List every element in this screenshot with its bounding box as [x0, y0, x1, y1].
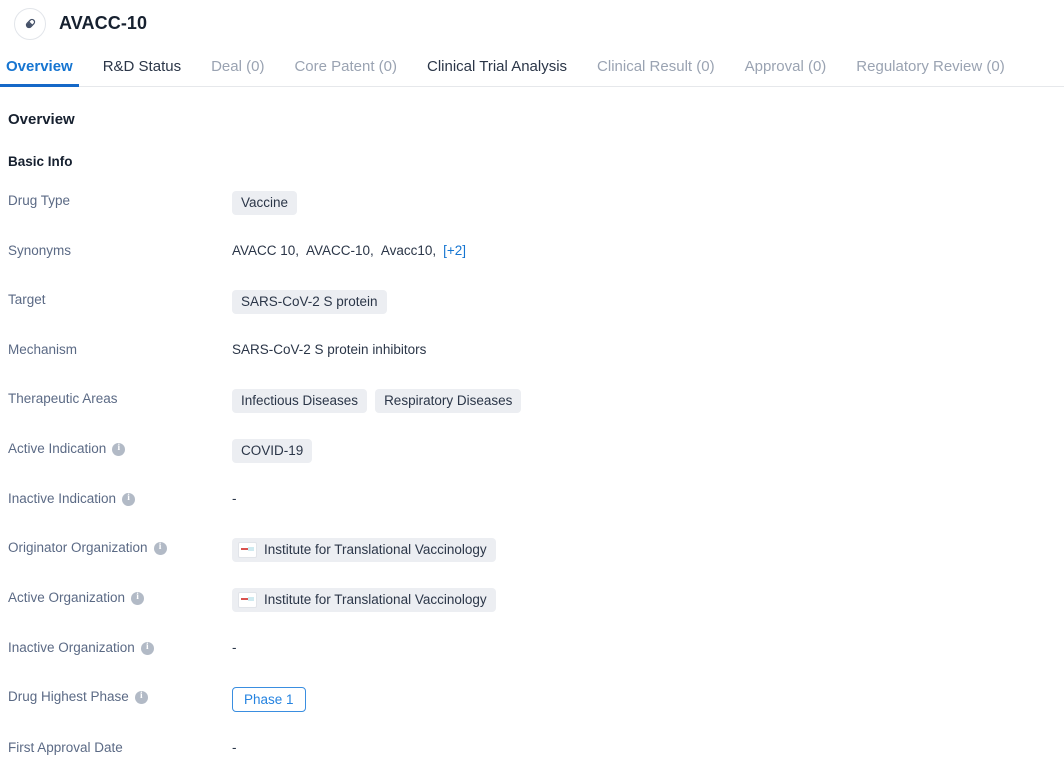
- tab-approval[interactable]: Approval (0): [745, 58, 827, 87]
- field-row-active-organization: Active Organization i Institute for Tran…: [8, 587, 1064, 612]
- tab-deal[interactable]: Deal (0): [211, 58, 264, 87]
- field-label-originator-organization: Originator Organization i: [8, 537, 232, 557]
- tag-target[interactable]: SARS-CoV-2 S protein: [232, 290, 387, 314]
- field-label-active-organization: Active Organization i: [8, 587, 232, 607]
- field-label-mechanism: Mechanism: [8, 339, 232, 359]
- synonym-item: AVACC 10,: [232, 243, 300, 258]
- field-value-inactive-organization: -: [232, 637, 1064, 658]
- info-icon[interactable]: i: [131, 591, 145, 605]
- tab-overview[interactable]: Overview: [0, 58, 79, 87]
- field-value-active-indication: COVID-19: [232, 438, 1064, 463]
- field-value-drug-type: Vaccine: [232, 190, 1064, 215]
- field-label-text: Target: [8, 292, 46, 307]
- tab-clinical-result[interactable]: Clinical Result (0): [597, 58, 715, 87]
- field-label-text: Active Indication: [8, 441, 107, 456]
- empty-value: -: [232, 740, 237, 755]
- tag-active-organization[interactable]: Institute for Translational Vaccinology: [232, 588, 496, 612]
- overview-panel: Overview Basic Info Drug Type Vaccine Sy…: [0, 87, 1064, 761]
- field-label-target: Target: [8, 289, 232, 309]
- field-label-text: Inactive Indication: [8, 491, 117, 506]
- field-label-text: Active Organization: [8, 590, 126, 605]
- tab-rd-status[interactable]: R&D Status: [103, 58, 181, 87]
- capsule-pill-icon: [14, 7, 46, 40]
- page-header: AVACC-10: [0, 0, 1064, 40]
- organization-name: Institute for Translational Vaccinology: [264, 542, 487, 557]
- field-value-first-approval-date: -: [232, 737, 1064, 758]
- empty-value: -: [232, 491, 237, 506]
- tag-therapeutic-area[interactable]: Respiratory Diseases: [375, 389, 522, 413]
- organization-name: Institute for Translational Vaccinology: [264, 592, 487, 607]
- field-label-active-indication: Active Indication i: [8, 438, 232, 458]
- field-row-inactive-indication: Inactive Indication i -: [8, 488, 1064, 512]
- field-label-text: Originator Organization: [8, 540, 148, 555]
- field-row-inactive-organization: Inactive Organization i -: [8, 637, 1064, 661]
- field-row-drug-highest-phase: Drug Highest Phase i Phase 1: [8, 686, 1064, 712]
- synonym-item: AVACC-10,: [306, 243, 374, 258]
- field-label-text: Mechanism: [8, 342, 78, 357]
- field-row-drug-type: Drug Type Vaccine: [8, 190, 1064, 215]
- field-label-text: Therapeutic Areas: [8, 391, 118, 406]
- synonym-item: Avacc10,: [380, 243, 437, 258]
- info-icon[interactable]: i: [140, 641, 154, 655]
- tag-drug-type[interactable]: Vaccine: [232, 191, 298, 215]
- field-label-text: Synonyms: [8, 243, 72, 258]
- field-row-synonyms: Synonyms AVACC 10, AVACC-10, Avacc10, [+…: [8, 240, 1064, 264]
- empty-value: -: [232, 640, 237, 655]
- field-value-active-organization: Institute for Translational Vaccinology: [232, 587, 1064, 612]
- field-label-text: Inactive Organization: [8, 640, 135, 655]
- tag-therapeutic-area[interactable]: Infectious Diseases: [232, 389, 368, 413]
- field-row-therapeutic-areas: Therapeutic Areas Infectious Diseases Re…: [8, 388, 1064, 413]
- field-row-mechanism: Mechanism SARS-CoV-2 S protein inhibitor…: [8, 339, 1064, 363]
- info-icon[interactable]: i: [122, 492, 136, 506]
- section-title-overview: Overview: [8, 111, 75, 128]
- field-value-originator-organization: Institute for Translational Vaccinology: [232, 537, 1064, 562]
- field-label-drug-highest-phase: Drug Highest Phase i: [8, 686, 232, 706]
- mechanism-text: SARS-CoV-2 S protein inhibitors: [232, 342, 427, 357]
- field-label-text: Drug Highest Phase: [8, 689, 129, 704]
- field-label-inactive-indication: Inactive Indication i: [8, 488, 232, 508]
- field-row-active-indication: Active Indication i COVID-19: [8, 438, 1064, 463]
- field-label-synonyms: Synonyms: [8, 240, 232, 260]
- organization-logo-icon: [238, 542, 257, 558]
- tag-active-indication[interactable]: COVID-19: [232, 439, 313, 463]
- page-title: AVACC-10: [59, 13, 148, 33]
- field-label-inactive-organization: Inactive Organization i: [8, 637, 232, 657]
- field-label-first-approval-date: First Approval Date: [8, 737, 232, 757]
- info-icon[interactable]: i: [112, 442, 126, 456]
- status-badge-phase[interactable]: Phase 1: [232, 687, 306, 712]
- field-value-therapeutic-areas: Infectious Diseases Respiratory Diseases: [232, 388, 1064, 413]
- subsection-title-basic-info: Basic Info: [8, 154, 73, 169]
- tab-regulatory-review[interactable]: Regulatory Review (0): [856, 58, 1004, 87]
- tab-core-patent[interactable]: Core Patent (0): [294, 58, 397, 87]
- field-value-mechanism: SARS-CoV-2 S protein inhibitors: [232, 339, 1064, 360]
- info-icon[interactable]: i: [153, 541, 167, 555]
- tab-bar: Overview R&D Status Deal (0) Core Patent…: [0, 38, 1064, 87]
- field-label-text: First Approval Date: [8, 740, 123, 755]
- field-label-text: Drug Type: [8, 193, 71, 208]
- field-value-synonyms: AVACC 10, AVACC-10, Avacc10, [+2]: [232, 240, 1064, 261]
- info-icon[interactable]: i: [134, 690, 148, 704]
- field-row-target: Target SARS-CoV-2 S protein: [8, 289, 1064, 314]
- field-row-originator-organization: Originator Organization i Institute for …: [8, 537, 1064, 562]
- synonyms-show-more-link[interactable]: [+2]: [443, 241, 466, 261]
- tag-originator-organization[interactable]: Institute for Translational Vaccinology: [232, 538, 496, 562]
- field-value-inactive-indication: -: [232, 488, 1064, 509]
- tab-clinical-trial-analysis[interactable]: Clinical Trial Analysis: [427, 58, 567, 87]
- field-value-drug-highest-phase: Phase 1: [232, 686, 1064, 712]
- field-label-therapeutic-areas: Therapeutic Areas: [8, 388, 232, 408]
- field-label-drug-type: Drug Type: [8, 190, 232, 210]
- field-row-first-approval-date: First Approval Date -: [8, 737, 1064, 761]
- organization-logo-icon: [238, 592, 257, 608]
- field-value-target: SARS-CoV-2 S protein: [232, 289, 1064, 314]
